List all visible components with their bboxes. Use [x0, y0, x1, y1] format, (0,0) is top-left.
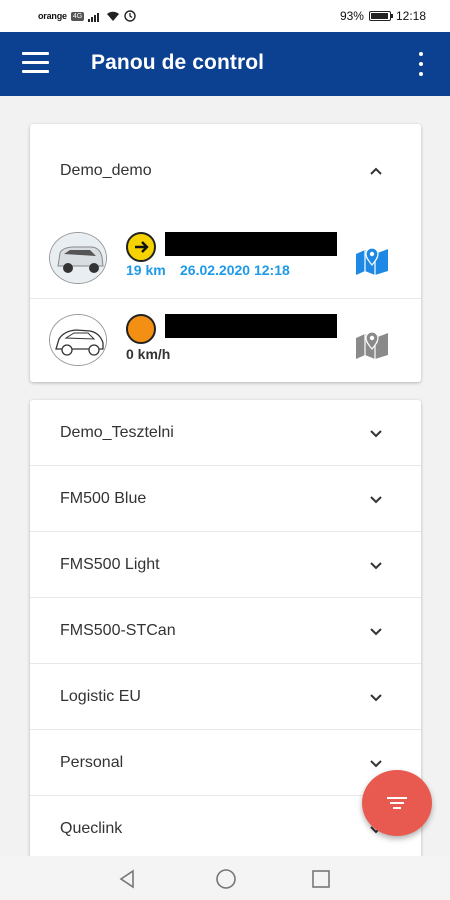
status-bar: orange 4G 93% 12:18: [0, 0, 450, 32]
recents-icon[interactable]: [311, 869, 331, 889]
chevron-up-icon[interactable]: [369, 164, 383, 178]
vehicle-row[interactable]: 19 km 26.02.2020 12:18: [30, 218, 421, 298]
carrier-name: orange: [38, 11, 67, 21]
menu-icon[interactable]: [22, 52, 49, 74]
filter-icon: [387, 797, 407, 809]
map-icon[interactable]: [355, 246, 389, 276]
status-stopped-icon: [126, 314, 156, 344]
group-card-expanded: Demo_demo 19 km 26.02.2020 12:18 0 km/h: [30, 124, 421, 382]
group-header[interactable]: FMS500-STCan: [30, 598, 421, 664]
group-name: FM500 Blue: [60, 490, 147, 507]
home-icon[interactable]: [215, 868, 237, 890]
battery-percent: 93%: [339, 9, 364, 23]
network-badge: 4G: [70, 11, 85, 21]
group-name: Demo_demo: [60, 162, 152, 179]
battery-icon: [368, 11, 393, 21]
more-options-icon[interactable]: [416, 52, 426, 76]
redacted-vehicle-name: [165, 232, 337, 256]
group-name: Logistic EU: [60, 688, 141, 705]
redacted-vehicle-name: [165, 314, 337, 338]
app-bar: Panou de control: [0, 32, 450, 96]
vehicle-photo: [49, 232, 107, 284]
clock: 12:18: [395, 9, 426, 23]
group-header[interactable]: Demo_Tesztelni: [30, 400, 421, 466]
vehicle-row[interactable]: 0 km/h: [30, 300, 421, 380]
alarm-icon: [124, 10, 136, 22]
map-icon[interactable]: [355, 330, 389, 360]
vehicle-speed: 19 km: [126, 262, 166, 278]
chevron-down-icon[interactable]: [369, 690, 383, 704]
wifi-icon: [107, 11, 120, 21]
chevron-down-icon[interactable]: [369, 756, 383, 770]
group-name: FMS500-STCan: [60, 622, 176, 639]
chevron-down-icon[interactable]: [369, 492, 383, 506]
filter-button[interactable]: [362, 770, 432, 836]
signal-icon: [88, 12, 100, 22]
group-header[interactable]: FM500 Blue: [30, 466, 421, 532]
chevron-down-icon[interactable]: [369, 426, 383, 440]
group-name: FMS500 Light: [60, 556, 160, 573]
group-name: Queclink: [60, 820, 123, 837]
status-moving-icon: [126, 232, 156, 262]
system-nav-bar: [0, 856, 450, 900]
divider: [30, 298, 421, 299]
group-header[interactable]: Logistic EU: [30, 664, 421, 730]
group-name: Personal: [60, 754, 124, 771]
back-icon[interactable]: [118, 869, 138, 889]
vehicle-photo: [49, 314, 107, 366]
vehicle-speed: 0 km/h: [126, 346, 171, 362]
page-title: Panou de control: [91, 51, 265, 74]
chevron-down-icon[interactable]: [369, 624, 383, 638]
group-name: Demo_Tesztelni: [60, 424, 174, 441]
chevron-down-icon[interactable]: [369, 558, 383, 572]
group-header-demo-demo[interactable]: Demo_demo: [30, 138, 421, 204]
group-header[interactable]: FMS500 Light: [30, 532, 421, 598]
last-update-time: 26.02.2020 12:18: [180, 262, 290, 278]
